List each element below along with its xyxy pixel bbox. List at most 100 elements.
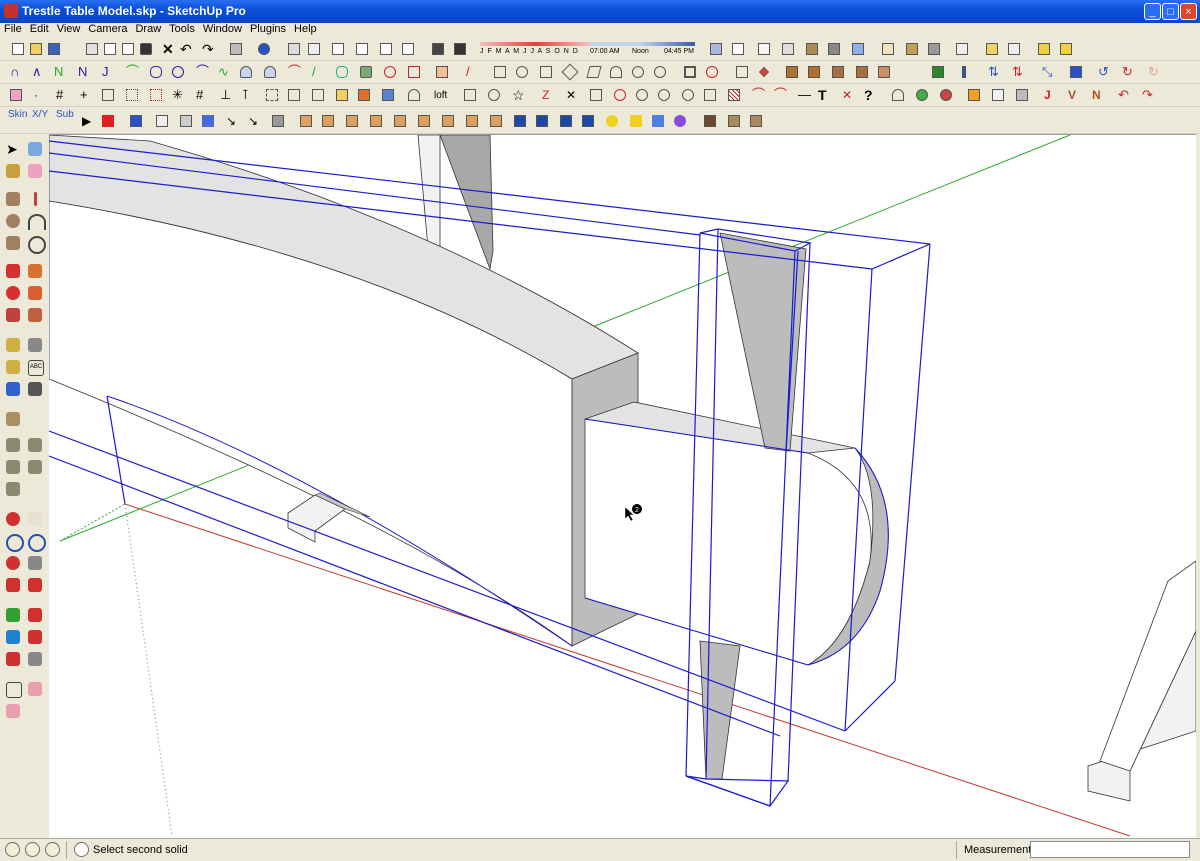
jig-j-icon[interactable]: J xyxy=(1042,87,1058,103)
roof2-icon[interactable] xyxy=(320,113,336,129)
book-icon[interactable] xyxy=(702,113,718,129)
redo-icon[interactable]: ↷ xyxy=(200,41,216,57)
roof5-icon[interactable] xyxy=(392,113,408,129)
flip-plugin-icon[interactable] xyxy=(26,680,44,698)
copy-icon[interactable] xyxy=(102,41,118,57)
box-solid-icon[interactable] xyxy=(830,64,846,80)
cube-wire-icon[interactable] xyxy=(128,113,144,129)
rotated-rect-icon[interactable] xyxy=(561,63,579,81)
zoom-extents-icon[interactable] xyxy=(26,554,44,572)
shaded-textures-icon[interactable] xyxy=(804,41,820,57)
circle-icon[interactable] xyxy=(514,64,530,80)
polygon-tool-icon[interactable] xyxy=(538,64,554,80)
top-view-icon[interactable] xyxy=(306,41,322,57)
line-icon[interactable]: / xyxy=(310,64,326,80)
layers-icon[interactable] xyxy=(954,41,970,57)
cube-yellow-icon[interactable] xyxy=(334,87,350,103)
roof-icon[interactable] xyxy=(298,113,314,129)
text-tool-icon[interactable]: ABC xyxy=(26,358,44,376)
jig-n-icon[interactable]: N xyxy=(1090,87,1106,103)
pin-icon[interactable] xyxy=(612,87,628,103)
pyramid-icon[interactable] xyxy=(200,113,216,129)
model-info-icon[interactable] xyxy=(256,41,272,57)
downup-arrows-icon[interactable]: ⇅ xyxy=(1010,64,1026,80)
curve-n-icon[interactable]: N xyxy=(76,64,92,80)
dash-line-icon[interactable]: — xyxy=(796,87,812,103)
hourglass-icon[interactable] xyxy=(1068,64,1084,80)
menu-camera[interactable]: Camera xyxy=(84,23,131,36)
stack-icon[interactable] xyxy=(270,113,286,129)
red-arc-icon[interactable]: ⌒ xyxy=(286,64,302,80)
shadow-date-slider[interactable]: J F M A M J J A S O N D xyxy=(480,42,590,57)
scale-icon[interactable] xyxy=(4,306,22,324)
palette2-icon[interactable] xyxy=(672,113,688,129)
mirror-icon[interactable] xyxy=(806,64,822,80)
align-icon[interactable] xyxy=(930,64,946,80)
shadow-time-end-slider[interactable]: Noon 04:45 PM xyxy=(632,42,695,57)
curve-red2-icon[interactable]: ⌒ xyxy=(772,87,788,103)
minimize-button[interactable]: _ xyxy=(1144,3,1161,20)
polygon-icon[interactable] xyxy=(334,64,350,80)
solid-outline-icon[interactable] xyxy=(990,87,1006,103)
x-red-icon[interactable]: ✕ xyxy=(840,87,856,103)
cross-icon[interactable]: + xyxy=(78,87,94,103)
roof7-icon[interactable] xyxy=(440,113,456,129)
xy-button[interactable]: X/Y xyxy=(32,109,48,120)
plugin-s-icon[interactable] xyxy=(1036,41,1052,57)
sun-icon[interactable] xyxy=(604,113,620,129)
split-icon[interactable] xyxy=(4,480,22,498)
updown-arrows-icon[interactable]: ⇅ xyxy=(986,64,1002,80)
draw-line-icon[interactable]: / xyxy=(464,64,480,80)
delete-guides-icon[interactable] xyxy=(1006,41,1022,57)
menu-plugins[interactable]: Plugins xyxy=(246,23,290,36)
curve-j-icon[interactable]: J xyxy=(100,64,116,80)
subtract-icon[interactable] xyxy=(26,436,44,454)
pencil-line-icon[interactable] xyxy=(26,190,44,208)
paste-icon[interactable] xyxy=(120,41,136,57)
axis-icon[interactable] xyxy=(960,64,976,80)
network-icon[interactable] xyxy=(914,87,930,103)
box-solid2-icon[interactable] xyxy=(854,64,870,80)
polyline-icon[interactable]: ∧ xyxy=(30,64,46,80)
arrow-line2-icon[interactable]: ↘ xyxy=(246,113,262,129)
flip-icon[interactable] xyxy=(784,64,800,80)
intersect-icon[interactable] xyxy=(4,458,22,476)
user-icon[interactable] xyxy=(45,842,60,857)
3d-text-icon[interactable] xyxy=(26,380,44,398)
save-icon[interactable] xyxy=(46,41,62,57)
trim-icon[interactable] xyxy=(26,458,44,476)
tape-icon[interactable] xyxy=(4,336,22,354)
wrench-icon[interactable] xyxy=(358,64,374,80)
delete-icon[interactable]: ✕ xyxy=(160,41,176,57)
shaded-icon[interactable] xyxy=(780,41,796,57)
dome-icon[interactable] xyxy=(890,87,906,103)
loft-button[interactable]: loft xyxy=(434,90,447,101)
grid-hash-icon[interactable]: # xyxy=(54,87,70,103)
right-view-icon[interactable] xyxy=(354,41,370,57)
slash-circle3-icon[interactable] xyxy=(680,87,696,103)
paint-icon[interactable] xyxy=(904,41,920,57)
roof9-icon[interactable] xyxy=(488,113,504,129)
sweep-icon[interactable] xyxy=(406,87,422,103)
shadow-settings-icon[interactable] xyxy=(452,41,468,57)
slash-circle-icon[interactable] xyxy=(634,87,650,103)
stamp-icon[interactable] xyxy=(26,650,44,668)
freehand-icon[interactable] xyxy=(26,234,46,254)
layout-icon[interactable] xyxy=(512,113,528,129)
hatch-icon[interactable] xyxy=(726,87,742,103)
slash-box-icon[interactable] xyxy=(588,87,604,103)
cube-color-icon[interactable] xyxy=(356,87,372,103)
close-button[interactable]: × xyxy=(1180,3,1197,20)
bezier-icon[interactable]: ∩ xyxy=(8,64,24,80)
sketchup-app-icon[interactable] xyxy=(4,4,18,18)
jig-v-icon[interactable]: V xyxy=(1066,87,1082,103)
components-icon[interactable] xyxy=(926,41,942,57)
push-pull-icon[interactable] xyxy=(26,262,44,280)
roof6-icon[interactable] xyxy=(416,113,432,129)
axes-icon[interactable] xyxy=(4,380,22,398)
arc-icon[interactable]: ⌒ xyxy=(124,64,140,80)
solid-gray-icon[interactable] xyxy=(1014,87,1030,103)
layout4-icon[interactable] xyxy=(580,113,596,129)
solid-yellow-icon[interactable] xyxy=(966,87,982,103)
arc-draw-icon[interactable] xyxy=(26,212,46,230)
